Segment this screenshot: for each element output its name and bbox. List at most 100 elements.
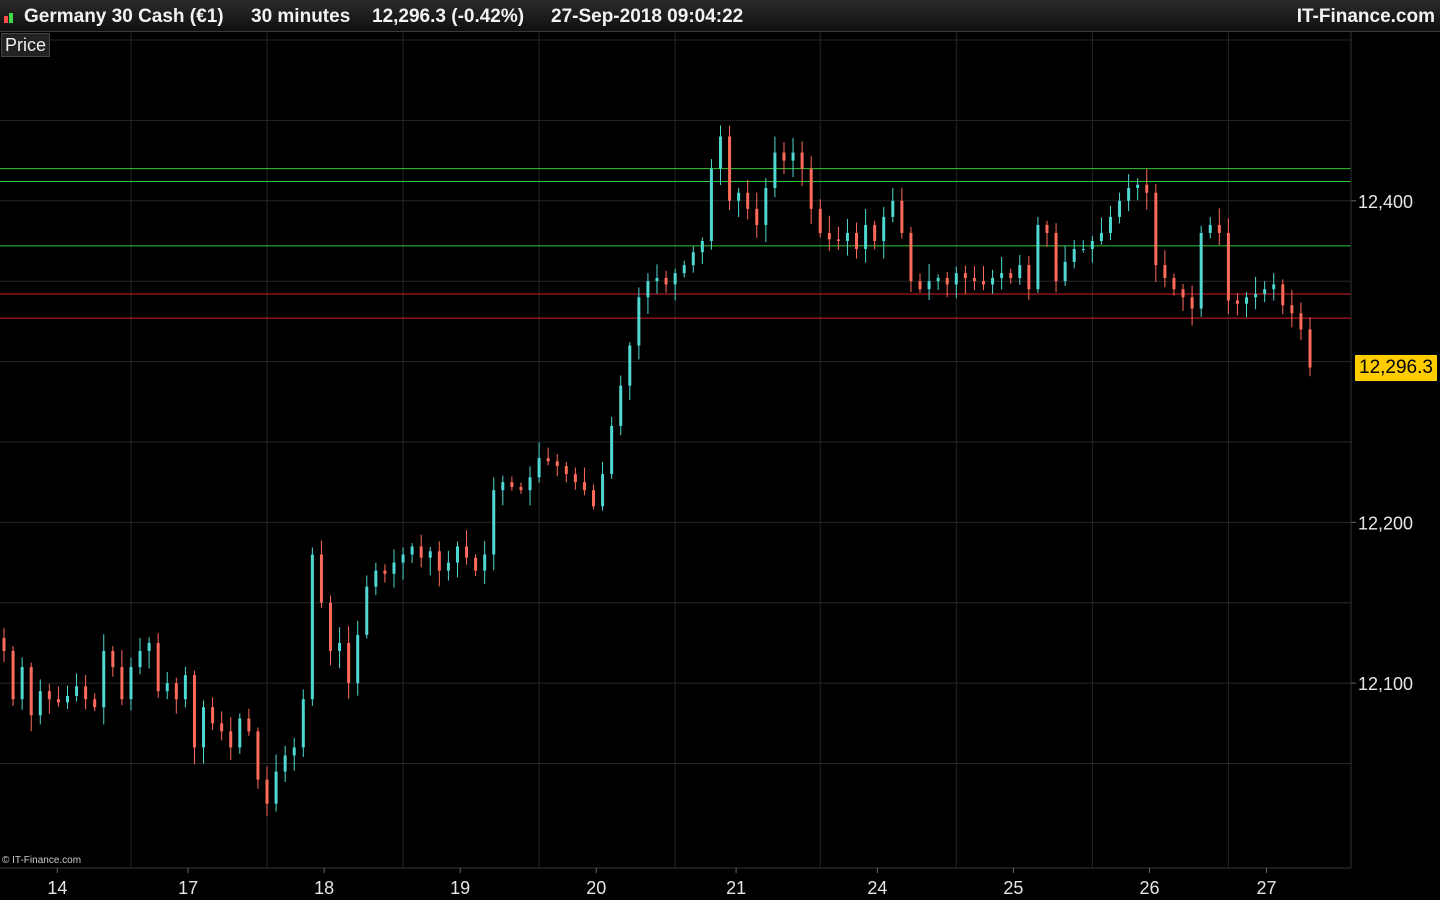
candle-body (1099, 232, 1103, 241)
candle-body (601, 474, 605, 507)
candle-body (1090, 241, 1094, 250)
candle-body (610, 425, 614, 475)
candle-body (11, 650, 15, 700)
candle-body (347, 642, 351, 684)
x-tick-label: 27 (1256, 878, 1276, 898)
candle-body (936, 277, 940, 282)
candle-body (528, 477, 532, 491)
last-change-label: 12,296.3 (-0.42%) (372, 6, 525, 27)
candle-body (1127, 187, 1131, 201)
candle-body (274, 771, 278, 804)
candle-body (2, 638, 6, 651)
price-panel-label[interactable]: Price (1, 33, 51, 57)
candle-body (1190, 297, 1194, 309)
candle-body (1072, 249, 1076, 262)
candle-body (982, 281, 985, 285)
candle-body (292, 747, 296, 756)
candle-body (537, 458, 541, 478)
candle-body (1118, 200, 1122, 217)
candle-body (410, 546, 414, 555)
candle-body (1235, 300, 1239, 304)
candle-body (65, 695, 69, 703)
candle-body (365, 586, 369, 635)
candle-body (156, 642, 160, 692)
candle-body (147, 642, 151, 651)
candle-body (401, 554, 405, 563)
candle-body (256, 731, 260, 780)
candle-body (628, 345, 632, 386)
candle-body (1154, 192, 1158, 266)
x-tick-label: 24 (867, 878, 887, 898)
candle-body (1054, 232, 1058, 282)
price-chart[interactable]: 12,100 12,200 12,400 14 17 18 19 20 21 24 25 26 27 (0, 32, 1440, 900)
candle-body (183, 675, 187, 700)
candle-body (1063, 261, 1067, 282)
candle-body (845, 232, 849, 241)
candle-body (437, 551, 441, 571)
candle-body (954, 273, 958, 285)
candle-body (963, 273, 967, 278)
candle-body (1000, 273, 1004, 278)
candle-body (38, 691, 42, 716)
candle-body (211, 707, 215, 724)
candle-body (1036, 224, 1040, 290)
candle-body (1263, 289, 1267, 295)
candle-body (909, 232, 913, 282)
candle-body (1245, 297, 1249, 304)
candle-body (47, 691, 51, 700)
candle-body (718, 136, 722, 169)
candle-body (483, 554, 487, 571)
candle-body (927, 281, 931, 290)
candle-body (465, 546, 469, 558)
candle-body (102, 650, 106, 708)
candle-body (129, 667, 133, 700)
candle-body (791, 152, 795, 161)
brand-label: IT-Finance.com (1296, 6, 1435, 27)
candle-body (1299, 313, 1303, 330)
candle-body (356, 634, 360, 684)
timeframe-label[interactable]: 30 minutes (251, 6, 350, 28)
candle-body (827, 232, 831, 240)
candle-body (564, 466, 568, 475)
candle-body (1308, 329, 1312, 368)
candle-body (310, 554, 314, 700)
candle-body (1199, 232, 1203, 309)
candle-body (1081, 249, 1085, 251)
candle-body (1272, 284, 1276, 290)
candle-body (691, 252, 695, 266)
candle-body (1254, 294, 1258, 298)
candle-body (592, 490, 596, 507)
candle-body (546, 458, 550, 462)
candle-body (709, 168, 713, 241)
candle-body (492, 490, 496, 555)
candle-body (836, 239, 840, 241)
candle-body (891, 200, 895, 217)
candle-body (855, 232, 859, 250)
instrument-name: Germany 30 Cash (€1) (24, 6, 224, 27)
candle-body (800, 152, 804, 169)
x-tick-label: 20 (586, 878, 606, 898)
x-tick-label: 21 (726, 878, 746, 898)
candle-body (1181, 289, 1185, 298)
x-tick-label: 14 (47, 878, 67, 898)
candle-body (664, 277, 668, 285)
candle-body (165, 683, 169, 692)
candle-body (1172, 277, 1176, 290)
candle-body (682, 265, 686, 274)
candle-body (746, 192, 750, 209)
candle-body (75, 686, 79, 696)
candle-body (220, 723, 224, 732)
candle-body (1208, 224, 1212, 233)
candle-body (247, 718, 251, 732)
candle-body (782, 152, 786, 161)
copyright-text: © IT-Finance.com (2, 855, 82, 866)
candle-body (392, 562, 396, 574)
candle-body (809, 168, 813, 209)
candle-body (474, 557, 478, 571)
x-tick-label: 26 (1139, 878, 1159, 898)
candle-body (374, 570, 378, 587)
title-bar: Germany 30 Cash (€1) 30 minutes 12,296.3… (0, 0, 1440, 32)
candle-body (229, 731, 233, 748)
candle-body (972, 277, 976, 282)
y-tick-label: 12,100 (1358, 674, 1413, 694)
